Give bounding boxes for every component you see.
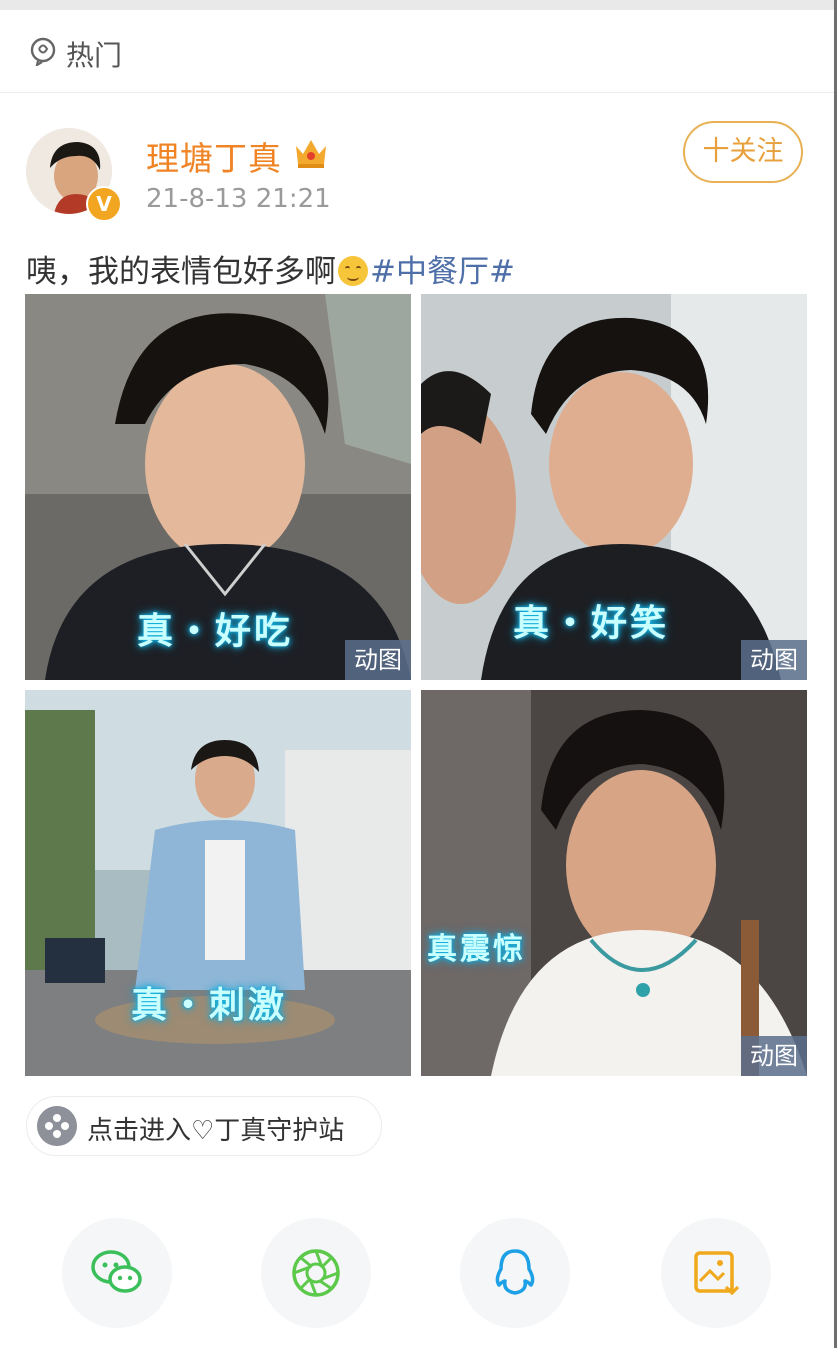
image-caption: 真・刺激 — [131, 985, 288, 1026]
image-caption: 真震惊 — [427, 932, 526, 967]
qq-icon — [495, 1249, 535, 1295]
crown-icon — [296, 140, 326, 168]
gif-badge: 动图 — [741, 640, 807, 680]
image-caption: 真・好吃 — [137, 611, 294, 652]
image-caption: 真・好笑 — [513, 603, 670, 644]
moments-icon — [292, 1249, 340, 1297]
gif-badge: 动图 — [741, 1036, 807, 1076]
save-image-button[interactable] — [661, 1218, 771, 1328]
post-image-3[interactable]: 真・刺激 — [25, 690, 411, 1076]
topic-link-pill[interactable]: 点击进入♡丁真守护站 — [26, 1096, 382, 1156]
hashtag-link[interactable]: #中餐厅# — [370, 254, 515, 290]
username[interactable]: 理塘丁真 — [146, 132, 282, 180]
post-timestamp: 21-8-13 21:21 — [146, 184, 331, 214]
post-text: 咦，我的表情包好多啊 #中餐厅# — [26, 246, 515, 291]
post-image-1[interactable]: 真・好吃 动图 — [25, 294, 411, 680]
follow-button[interactable]: 十关注 — [683, 121, 803, 183]
topic-link-label: 点击进入♡丁真守护站 — [87, 1116, 345, 1146]
post-body-text: 咦，我的表情包好多啊 — [26, 254, 336, 290]
share-wechat-button[interactable] — [62, 1218, 172, 1328]
hot-tab-label: 热门 — [66, 39, 123, 72]
post-image-4[interactable]: 真震惊 动图 — [421, 690, 807, 1076]
status-strip — [0, 0, 837, 10]
wechat-icon — [91, 1250, 142, 1293]
hot-topic-icon — [30, 37, 56, 66]
super-topic-icon — [37, 1106, 77, 1146]
verified-badge-icon: V — [86, 186, 122, 222]
share-qq-button[interactable] — [460, 1218, 570, 1328]
save-image-icon — [694, 1251, 740, 1296]
hot-header[interactable]: 热门 — [0, 10, 837, 93]
post-image-2[interactable]: 真・好笑 动图 — [421, 294, 807, 680]
gif-badge: 动图 — [345, 640, 411, 680]
smile-emoji-icon — [338, 256, 368, 286]
share-moments-button[interactable] — [261, 1218, 371, 1328]
